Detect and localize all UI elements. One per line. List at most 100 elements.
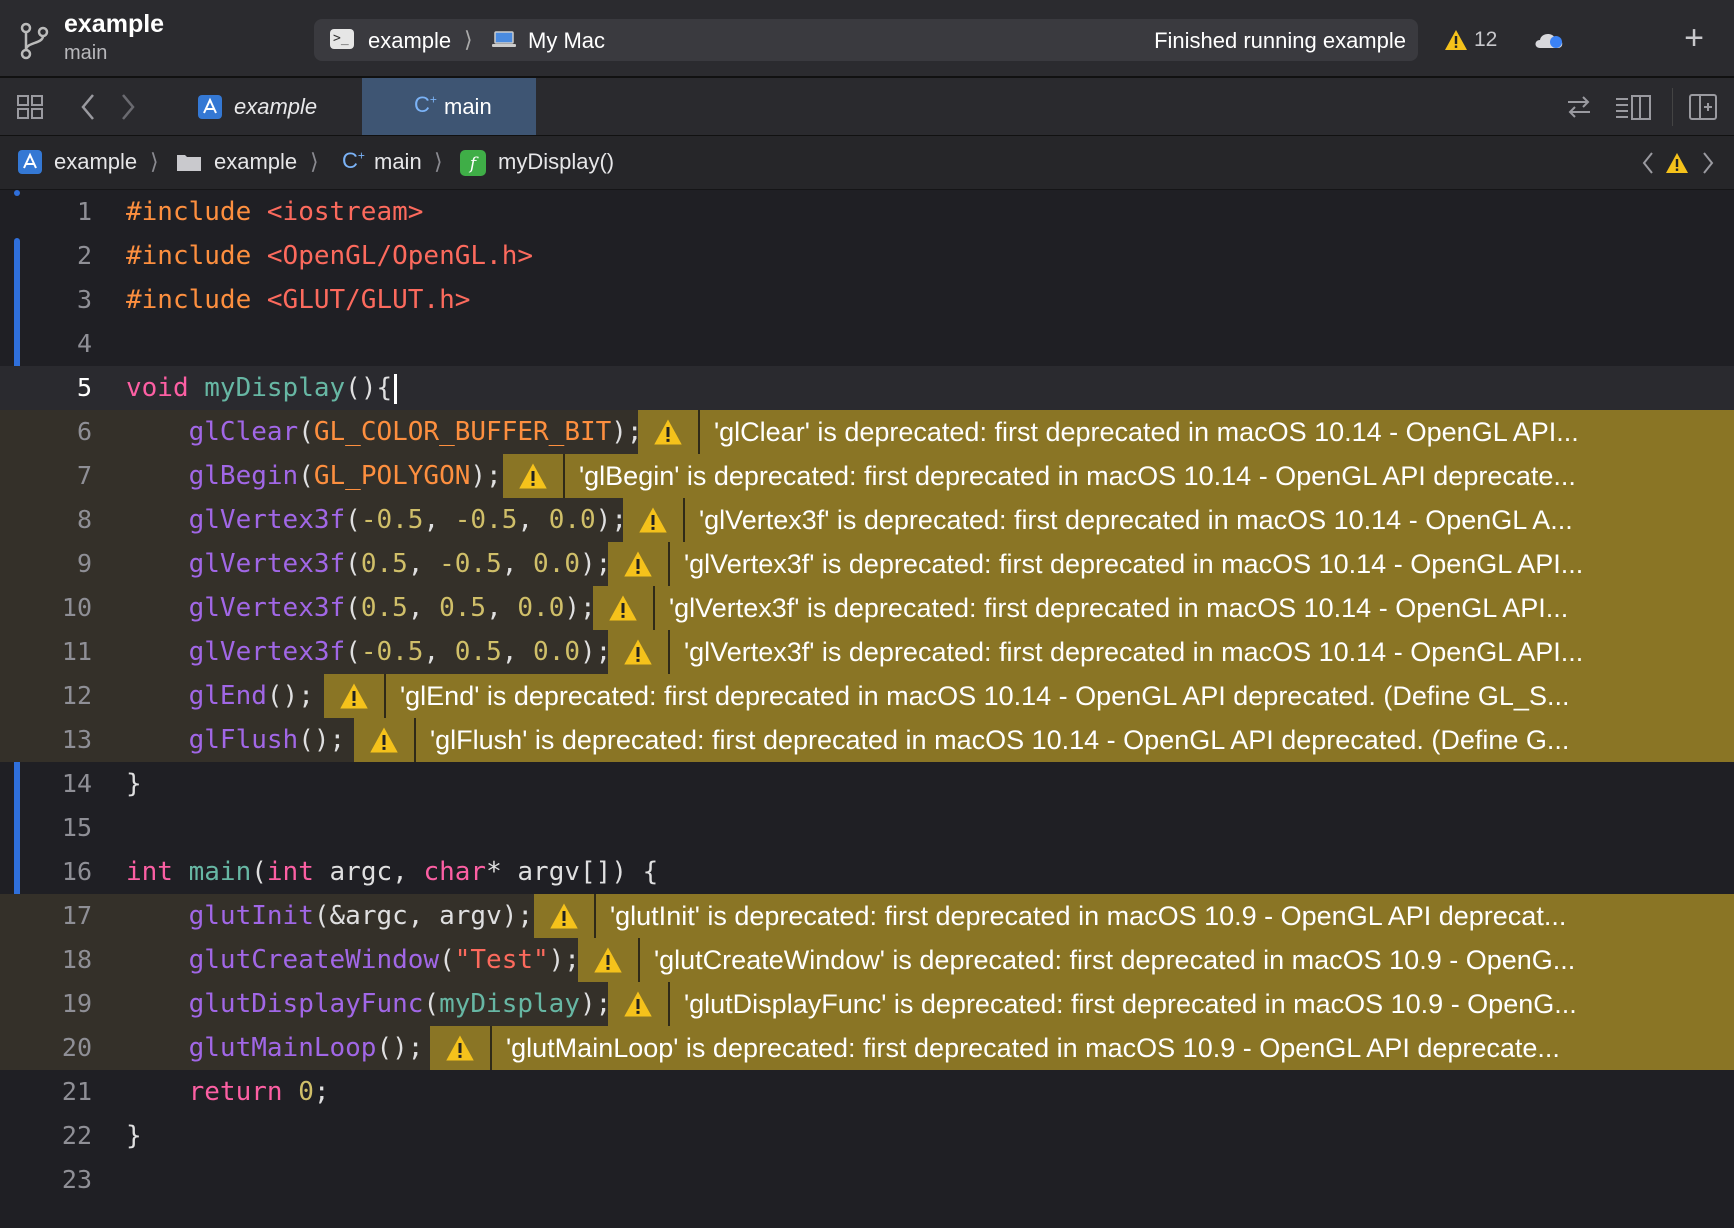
- line-number: 5: [76, 373, 92, 402]
- code-text: glutInit(&argc, argv);: [188, 901, 534, 931]
- issue-banner[interactable]: 'glVertex3f' is deprecated: first deprec…: [623, 498, 1734, 542]
- tab-main[interactable]: C+ main: [362, 78, 536, 135]
- window-toolbar: example main >_ example ⟩ My Mac Finishe…: [0, 0, 1734, 78]
- code-line[interactable]: 7 glBegin(GL_POLYGON); 'glBegin' is depr…: [0, 454, 1734, 498]
- code-line[interactable]: 1 #include <iostream>: [0, 190, 1734, 234]
- related-items-grid-icon[interactable]: [16, 92, 46, 122]
- issue-banner[interactable]: 'glutMainLoop' is deprecated: first depr…: [430, 1026, 1734, 1070]
- terminal-icon: >_: [330, 29, 354, 49]
- issue-banner[interactable]: 'glFlush' is deprecated: first deprecate…: [354, 718, 1734, 762]
- c-plus-plus-file-icon: C+: [414, 92, 437, 117]
- code-text: }: [126, 1121, 142, 1151]
- activity-status: Finished running example: [1154, 28, 1406, 53]
- code-line[interactable]: 18 glutCreateWindow("Test"); 'glutCreate…: [0, 938, 1734, 982]
- code-text: #include <GLUT/GLUT.h>: [126, 285, 471, 315]
- code-line[interactable]: 21 return 0;: [0, 1070, 1734, 1114]
- code-line[interactable]: 11 glVertex3f(-0.5, 0.5, 0.0); 'glVertex…: [0, 630, 1734, 674]
- scheme-selector[interactable]: example: [368, 28, 451, 54]
- line-number: 10: [61, 593, 92, 622]
- line-number: 8: [76, 505, 92, 534]
- code-line[interactable]: 10 glVertex3f(0.5, 0.5, 0.0); 'glVertex3…: [0, 586, 1734, 630]
- add-button[interactable]: +: [1676, 18, 1712, 58]
- line-number: 4: [76, 329, 92, 358]
- code-line[interactable]: 9 glVertex3f(0.5, -0.5, 0.0); 'glVertex3…: [0, 542, 1734, 586]
- issue-banner[interactable]: 'glutDisplayFunc' is deprecated: first d…: [608, 982, 1734, 1026]
- warning-message: 'glutDisplayFunc' is deprecated: first d…: [684, 989, 1577, 1019]
- line-number: 9: [76, 549, 92, 578]
- warning-icon: [519, 463, 547, 489]
- run-destination-selector[interactable]: My Mac: [528, 28, 605, 54]
- warnings-indicator[interactable]: 12: [1444, 24, 1497, 56]
- code-text: int main(int argc, char* argv[]) {: [126, 857, 659, 887]
- tab-example-label: example: [234, 93, 318, 119]
- tab-main-label: main: [444, 93, 492, 119]
- code-line[interactable]: 17 glutInit(&argc, argv); 'glutInit' is …: [0, 894, 1734, 938]
- function-icon: f: [460, 150, 486, 176]
- line-number: 7: [76, 461, 92, 490]
- warning-message: 'glVertex3f' is deprecated: first deprec…: [684, 549, 1584, 579]
- line-number: 2: [76, 241, 92, 270]
- warning-icon[interactable]: [1665, 152, 1689, 174]
- jump-bar-item-file[interactable]: main: [374, 149, 422, 175]
- line-number: 18: [61, 945, 92, 974]
- jump-bar-item-function[interactable]: myDisplay(): [498, 149, 614, 175]
- warning-message: 'glBegin' is deprecated: first deprecate…: [579, 461, 1576, 491]
- code-line[interactable]: 4: [0, 322, 1734, 366]
- issue-banner[interactable]: 'glEnd' is deprecated: first deprecated …: [324, 674, 1734, 718]
- forward-chevron-icon[interactable]: [112, 92, 142, 122]
- issue-banner[interactable]: 'glBegin' is deprecated: first deprecate…: [503, 454, 1734, 498]
- swap-arrows-icon[interactable]: [1564, 92, 1594, 122]
- line-number: 21: [61, 1077, 92, 1106]
- branch-name[interactable]: main: [64, 42, 107, 65]
- code-line[interactable]: 23: [0, 1158, 1734, 1202]
- line-number: 14: [61, 769, 92, 798]
- code-line[interactable]: 16 int main(int argc, char* argv[]) {: [0, 850, 1734, 894]
- scheme-activity-bar[interactable]: >_ example ⟩ My Mac Finished running exa…: [314, 19, 1418, 61]
- jump-bar-item-folder[interactable]: example: [214, 149, 297, 175]
- issue-banner[interactable]: 'glClear' is deprecated: first deprecate…: [638, 410, 1734, 454]
- back-chevron-icon[interactable]: [74, 92, 104, 122]
- code-text: glutDisplayFunc(myDisplay);: [188, 989, 612, 1019]
- jump-bar: example ⟩ example ⟩ C+ main ⟩ f myDispla…: [0, 136, 1734, 190]
- warning-icon: [446, 1035, 474, 1061]
- issue-banner[interactable]: 'glVertex3f' is deprecated: first deprec…: [608, 542, 1734, 586]
- folder-icon: [177, 155, 201, 171]
- issue-banner[interactable]: 'glVertex3f' is deprecated: first deprec…: [608, 630, 1734, 674]
- code-line[interactable]: 3 #include <GLUT/GLUT.h>: [0, 278, 1734, 322]
- code-text: #include <OpenGL/OpenGL.h>: [126, 241, 533, 271]
- editor-options-icon[interactable]: [1614, 92, 1652, 122]
- code-line[interactable]: 13 glFlush(); 'glFlush' is deprecated: f…: [0, 718, 1734, 762]
- code-text: glVertex3f(0.5, 0.5, 0.0);: [188, 593, 596, 623]
- warning-message: 'glVertex3f' is deprecated: first deprec…: [699, 505, 1573, 535]
- source-control-branch-icon[interactable]: [18, 22, 50, 60]
- code-line-current[interactable]: 5 void myDisplay(){: [0, 366, 1734, 410]
- code-line[interactable]: 8 glVertex3f(-0.5, -0.5, 0.0); 'glVertex…: [0, 498, 1734, 542]
- code-line[interactable]: 19 glutDisplayFunc(myDisplay); 'glutDisp…: [0, 982, 1734, 1026]
- line-number: 12: [61, 681, 92, 710]
- previous-issue-chevron-icon[interactable]: [1640, 150, 1656, 176]
- issue-banner[interactable]: 'glutInit' is deprecated: first deprecat…: [534, 894, 1734, 938]
- warning-icon: [340, 683, 368, 709]
- code-line[interactable]: 20 glutMainLoop(); 'glutMainLoop' is dep…: [0, 1026, 1734, 1070]
- project-name[interactable]: example: [64, 10, 164, 39]
- code-line[interactable]: 15: [0, 806, 1734, 850]
- code-line[interactable]: 14 }: [0, 762, 1734, 806]
- code-line[interactable]: 2 #include <OpenGL/OpenGL.h>: [0, 234, 1734, 278]
- jump-bar-separator: ⟩: [434, 149, 443, 174]
- tab-example[interactable]: example: [178, 78, 360, 135]
- code-line[interactable]: 6 glClear(GL_COLOR_BUFFER_BIT); 'glClear…: [0, 410, 1734, 454]
- issue-banner[interactable]: 'glutCreateWindow' is deprecated: first …: [578, 938, 1734, 982]
- next-issue-chevron-icon[interactable]: [1700, 150, 1716, 176]
- jump-bar-item-project[interactable]: example: [54, 149, 137, 175]
- code-line[interactable]: 12 glEnd(); 'glEnd' is deprecated: first…: [0, 674, 1734, 718]
- warning-message: 'glutMainLoop' is deprecated: first depr…: [506, 1033, 1560, 1063]
- line-number: 1: [76, 197, 92, 226]
- add-editor-pane-icon[interactable]: [1688, 92, 1718, 122]
- tab-bar: example C+ main: [0, 78, 1734, 136]
- warning-icon: [594, 947, 622, 973]
- warning-icon: [370, 727, 398, 753]
- source-editor[interactable]: 1 #include <iostream> 2 #include <OpenGL…: [0, 190, 1734, 1228]
- issue-banner[interactable]: 'glVertex3f' is deprecated: first deprec…: [593, 586, 1734, 630]
- cloud-toggle-icon[interactable]: [1532, 28, 1568, 52]
- code-line[interactable]: 22 }: [0, 1114, 1734, 1158]
